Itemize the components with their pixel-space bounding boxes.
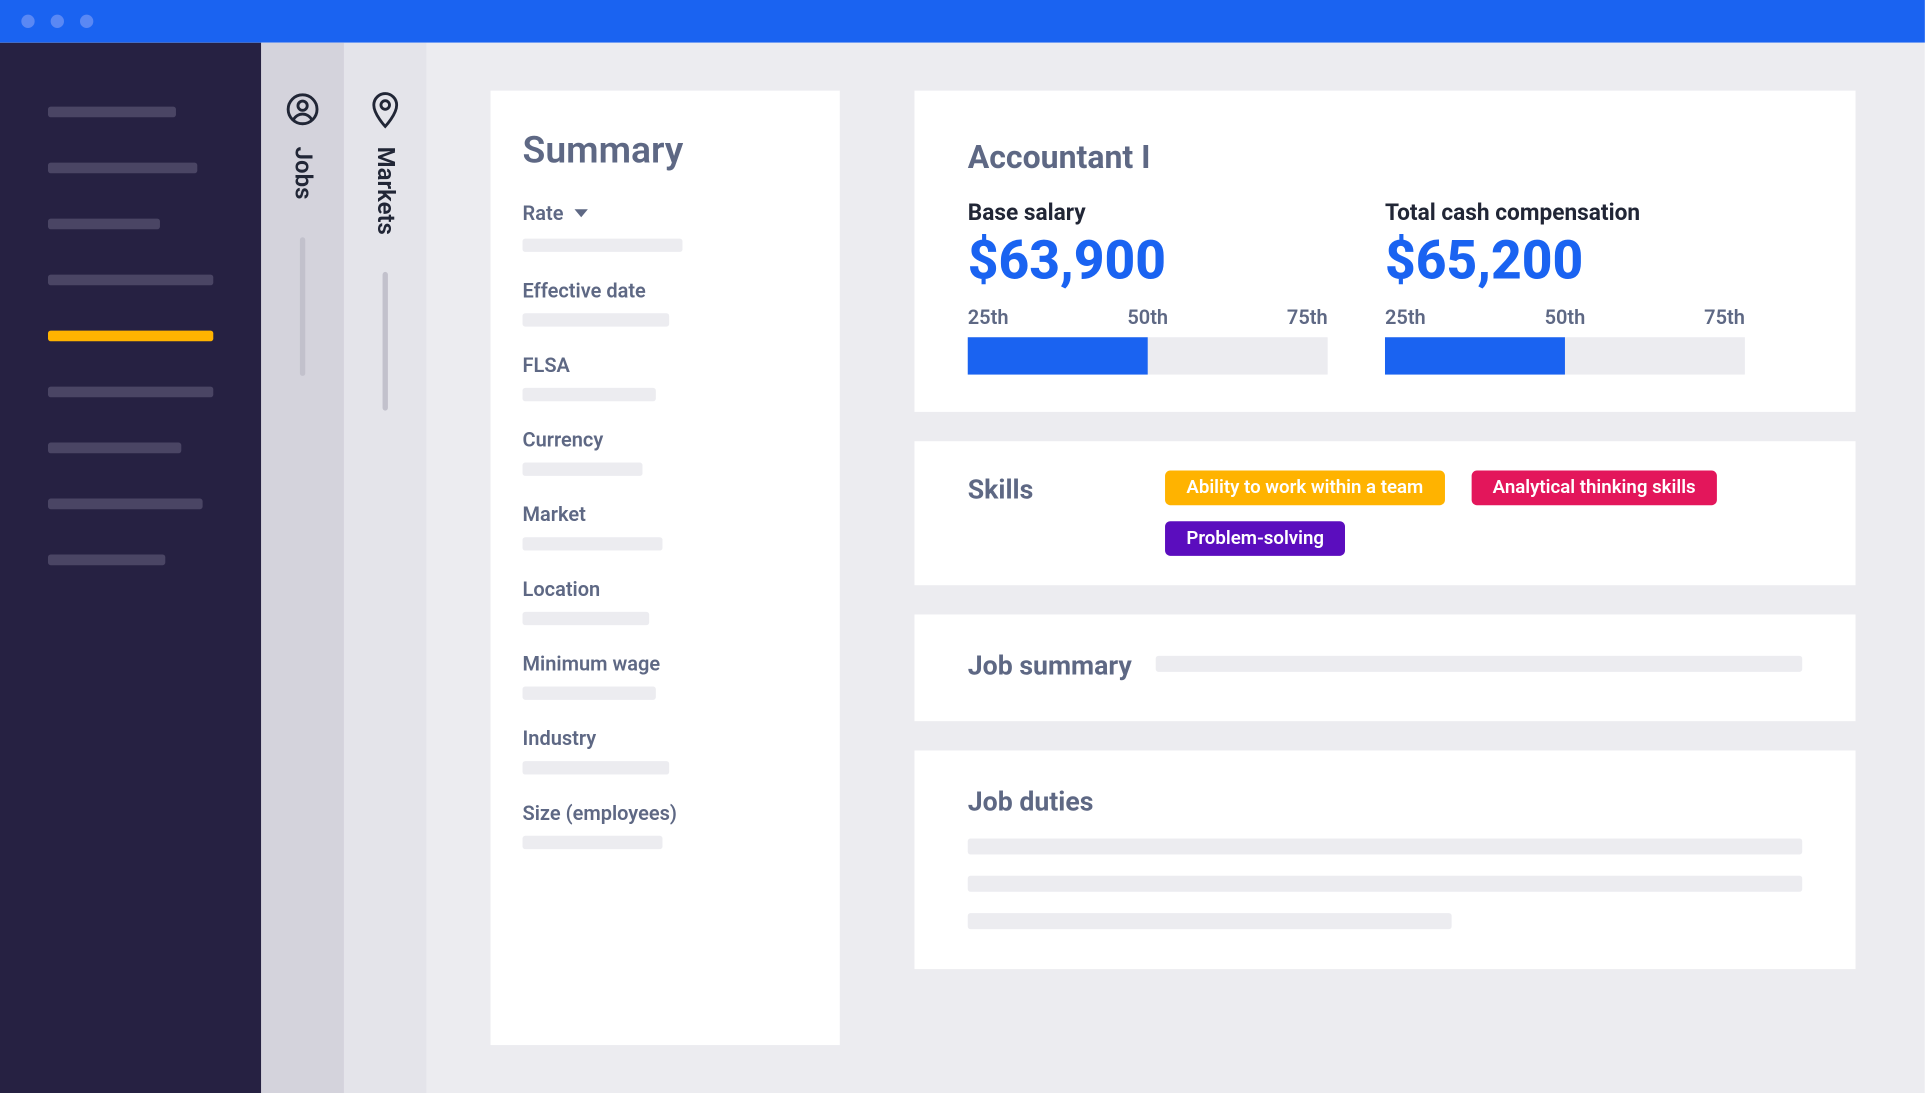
pct-75: 75th xyxy=(1704,305,1745,329)
pct-75: 75th xyxy=(1287,305,1328,329)
metric-label: Total cash compensation xyxy=(1385,200,1802,227)
summary-title: Summary xyxy=(523,128,808,172)
tab-jobs[interactable]: Jobs xyxy=(261,43,344,1093)
window-control-dot[interactable] xyxy=(51,15,64,28)
content-area: Summary Rate Effective date FLSA Currenc… xyxy=(427,43,1925,1093)
placeholder-line xyxy=(523,686,656,699)
placeholder-line xyxy=(523,463,643,476)
tab-label: Jobs xyxy=(289,144,317,199)
percentile-fill xyxy=(968,337,1148,374)
tab-label: Markets xyxy=(371,144,399,235)
app-window: Jobs Markets Summary Rate xyxy=(0,0,1925,1093)
job-title: Accountant I xyxy=(968,139,1802,176)
percentile-fill xyxy=(1385,337,1565,374)
nav-item-active[interactable] xyxy=(48,331,213,342)
pct-50: 50th xyxy=(1127,305,1168,329)
skill-chip[interactable]: Ability to work within a team xyxy=(1165,471,1445,506)
nav-item[interactable] xyxy=(48,219,160,230)
job-duties-label: Job duties xyxy=(968,782,1802,817)
field-label-size: Size (employees) xyxy=(523,801,808,825)
field-label-effective-date: Effective date xyxy=(523,279,808,303)
field-label-minimum-wage: Minimum wage xyxy=(523,652,808,676)
job-duties-card: Job duties xyxy=(914,750,1855,969)
placeholder-line xyxy=(523,313,670,326)
job-summary-label: Job summary xyxy=(968,647,1132,682)
placeholder-line xyxy=(1156,656,1802,672)
skill-chips: Ability to work within a team Analytical… xyxy=(1165,471,1802,556)
pct-25: 25th xyxy=(968,305,1009,329)
nav-item[interactable] xyxy=(48,555,165,566)
pct-50: 50th xyxy=(1545,305,1586,329)
tab-markets[interactable]: Markets xyxy=(344,43,427,1093)
nav-item[interactable] xyxy=(48,163,197,174)
skill-chip[interactable]: Problem-solving xyxy=(1165,521,1345,556)
person-icon xyxy=(284,91,321,128)
percentile-bar xyxy=(968,337,1328,374)
rate-label: Rate xyxy=(523,201,564,225)
nav-item[interactable] xyxy=(48,443,181,454)
vertical-tabs: Jobs Markets xyxy=(261,43,426,1093)
placeholder-line xyxy=(523,612,650,625)
location-pin-icon xyxy=(367,91,404,128)
job-summary-card: Job summary xyxy=(914,615,1855,722)
placeholder-line xyxy=(523,836,663,849)
placeholder-line xyxy=(523,761,670,774)
percentile-labels: 25th 50th 75th xyxy=(968,305,1328,329)
metric-value: $65,200 xyxy=(1385,229,1802,292)
metric-label: Base salary xyxy=(968,200,1385,227)
compensation-card: Accountant I Base salary $63,900 25th 50… xyxy=(914,91,1855,412)
window-control-dot[interactable] xyxy=(21,15,34,28)
field-label-industry: Industry xyxy=(523,726,808,750)
field-label-currency: Currency xyxy=(523,428,808,452)
skills-label: Skills xyxy=(968,471,1107,506)
metric-base-salary: Base salary $63,900 25th 50th 75th xyxy=(968,200,1385,375)
chevron-down-icon xyxy=(574,209,587,217)
nav-item[interactable] xyxy=(48,387,213,398)
field-label-location: Location xyxy=(523,577,808,601)
field-label-flsa: FLSA xyxy=(523,353,808,377)
placeholder-line xyxy=(523,537,663,550)
placeholder-line xyxy=(968,913,1452,929)
nav-item[interactable] xyxy=(48,499,203,510)
placeholder-line xyxy=(968,876,1802,892)
skills-card: Skills Ability to work within a team Ana… xyxy=(914,441,1855,585)
percentile-labels: 25th 50th 75th xyxy=(1385,305,1745,329)
placeholder-line xyxy=(523,388,656,401)
metrics-row: Base salary $63,900 25th 50th 75th xyxy=(968,200,1802,375)
metric-value: $63,900 xyxy=(968,229,1385,292)
placeholder-line xyxy=(523,239,683,252)
skill-chip[interactable]: Analytical thinking skills xyxy=(1471,471,1717,506)
percentile-bar xyxy=(1385,337,1745,374)
nav-rail xyxy=(0,43,261,1093)
field-label-market: Market xyxy=(523,503,808,527)
app-body: Jobs Markets Summary Rate xyxy=(0,43,1925,1093)
rate-dropdown[interactable]: Rate xyxy=(523,201,808,225)
placeholder-line xyxy=(968,838,1802,854)
summary-panel: Summary Rate Effective date FLSA Currenc… xyxy=(491,91,840,1045)
main-column: Accountant I Base salary $63,900 25th 50… xyxy=(914,91,1855,1045)
nav-item[interactable] xyxy=(48,107,176,118)
tab-marker xyxy=(383,272,388,411)
pct-25: 25th xyxy=(1385,305,1426,329)
tab-marker xyxy=(300,237,305,376)
window-titlebar xyxy=(0,0,1925,43)
nav-item[interactable] xyxy=(48,275,213,286)
metric-total-comp: Total cash compensation $65,200 25th 50t… xyxy=(1385,200,1802,375)
window-control-dot[interactable] xyxy=(80,15,93,28)
